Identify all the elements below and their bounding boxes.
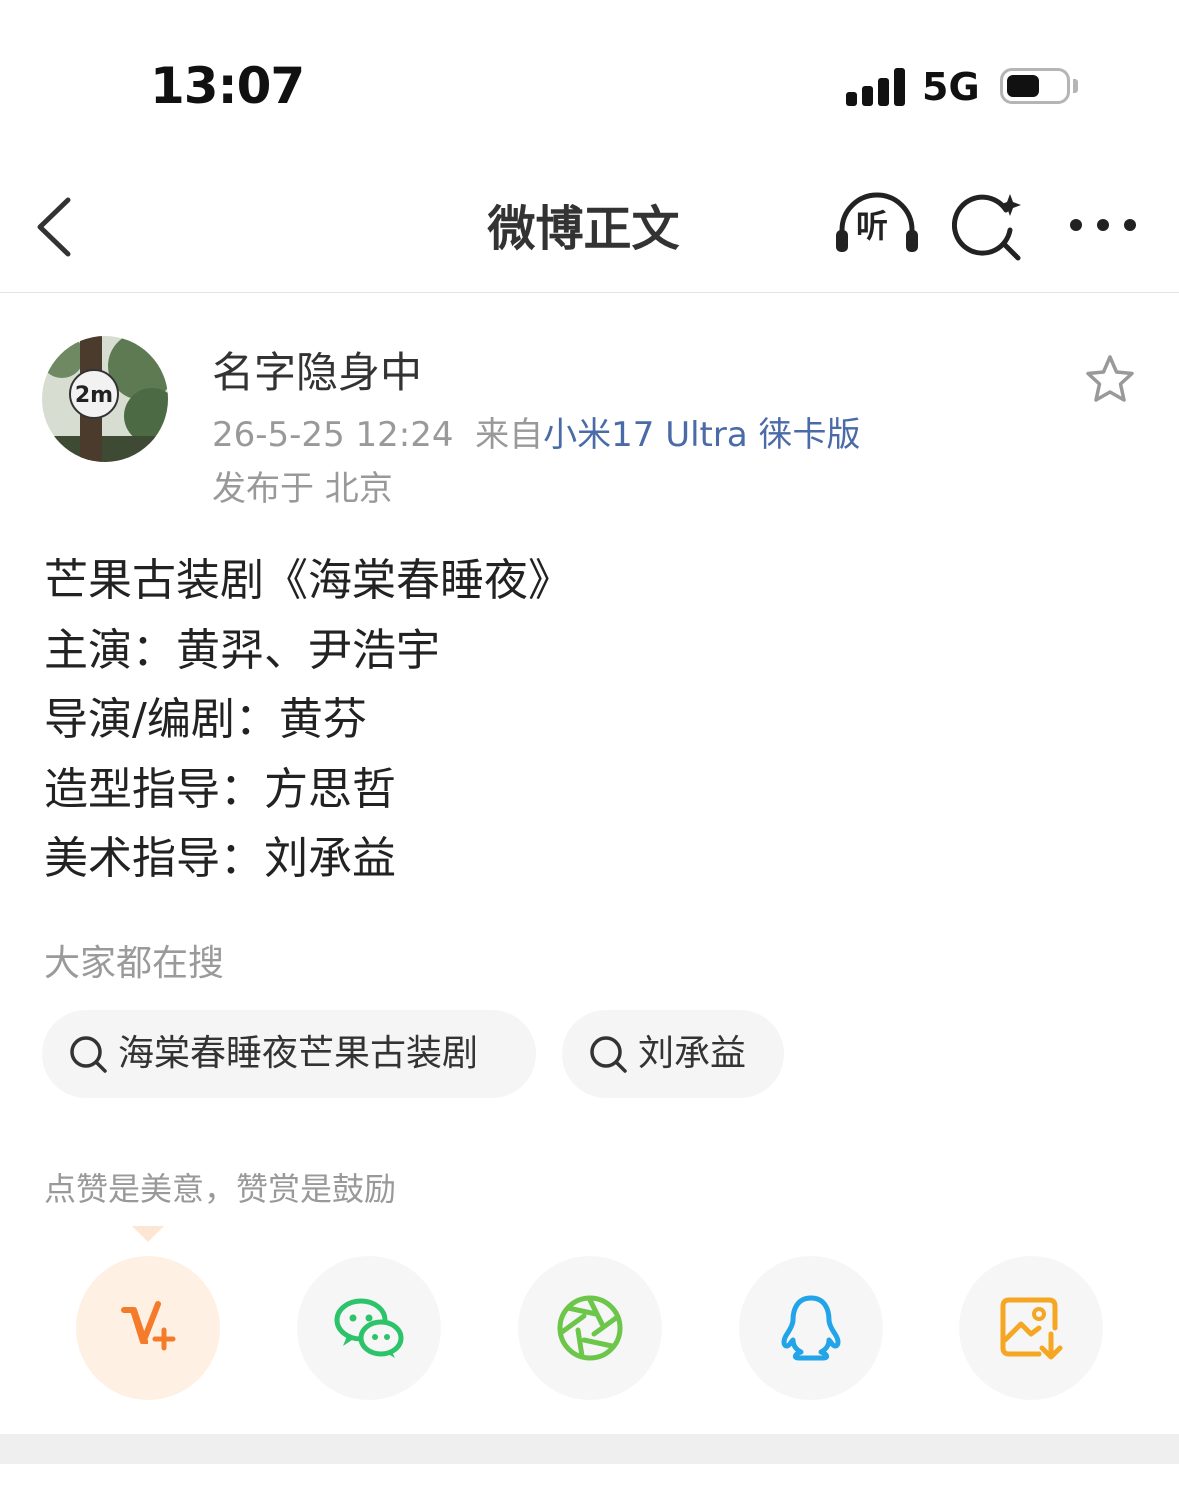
network-type: 5G bbox=[922, 65, 980, 109]
post-content: 芒果古装剧《海棠春睡夜》 主演：黄羿、尹浩宇 导演/编剧：黄芬 造型指导：方思哲… bbox=[44, 546, 1144, 894]
content-line: 美术指导：刘承益 bbox=[44, 833, 396, 884]
reward-tip: 点赞是美意，赞赏是鼓励 bbox=[44, 1170, 397, 1208]
search-heading: 大家都在搜 bbox=[44, 943, 225, 984]
content-line: 造型指导：方思哲 bbox=[44, 763, 396, 815]
battery-icon bbox=[1000, 68, 1070, 104]
save-image-button[interactable] bbox=[959, 1256, 1103, 1400]
wechat-icon bbox=[334, 1298, 404, 1358]
search-chip[interactable]: 刘承益 bbox=[562, 1010, 784, 1098]
search-chip[interactable]: 海棠春睡夜芒果古装剧 bbox=[42, 1010, 536, 1098]
search-icon bbox=[70, 1036, 107, 1073]
star-icon bbox=[1086, 355, 1134, 402]
avatar-sign-text: 2m bbox=[75, 383, 113, 408]
status-time: 13:07 bbox=[150, 57, 305, 115]
ai-search-icon bbox=[951, 194, 1021, 261]
author-name[interactable]: 名字隐身中 bbox=[212, 346, 422, 400]
share-qq-button[interactable] bbox=[739, 1256, 883, 1400]
save-image-icon bbox=[1000, 1297, 1063, 1360]
section-separator bbox=[0, 1434, 1179, 1464]
search-chip-label: 刘承益 bbox=[638, 1033, 747, 1074]
moments-icon bbox=[557, 1295, 623, 1361]
share-moments-button[interactable] bbox=[518, 1256, 662, 1400]
source-prefix: 来自 bbox=[475, 415, 544, 455]
device-source-link[interactable]: 小米17 Ultra 徕卡版 bbox=[543, 415, 860, 455]
qq-icon bbox=[781, 1295, 841, 1361]
post-location: 发布于 北京 bbox=[212, 469, 393, 509]
share-wechat-button[interactable] bbox=[297, 1256, 441, 1400]
battery-cap bbox=[1073, 79, 1078, 93]
favorite-button[interactable] bbox=[1082, 352, 1138, 408]
listen-label: 听 bbox=[856, 207, 889, 245]
avatar[interactable]: 2m bbox=[42, 336, 168, 462]
more-button[interactable] bbox=[1066, 212, 1140, 238]
signal-strength-icon bbox=[846, 68, 906, 106]
avatar-image: 2m bbox=[42, 336, 168, 462]
post-timestamp: 26-5-25 12:24 bbox=[212, 415, 454, 455]
content-line: 芒果古装剧《海棠春睡夜》 bbox=[44, 555, 572, 606]
nav-divider bbox=[0, 292, 1179, 293]
weibo-post-page: 13:07 5G 微博正文 听 2m 名字隐身中 26-5-25 12:24 来… bbox=[0, 0, 1179, 1497]
post-meta: 26-5-25 12:24 来自小米17 Ultra 徕卡版 bbox=[212, 412, 860, 458]
content-line: 导演/编剧：黄芬 bbox=[44, 694, 367, 745]
content-line: 主演：黄羿、尹浩宇 bbox=[44, 624, 440, 676]
listen-button[interactable]: 听 bbox=[834, 190, 920, 260]
tip-arrow bbox=[132, 1226, 164, 1242]
vip-reward-button[interactable] bbox=[76, 1256, 220, 1400]
vip-reward-icon bbox=[121, 1301, 176, 1351]
search-icon bbox=[590, 1036, 627, 1073]
ai-search-button[interactable] bbox=[951, 190, 1028, 262]
more-icon bbox=[1070, 219, 1136, 231]
search-chip-label: 海棠春睡夜芒果古装剧 bbox=[118, 1033, 479, 1074]
